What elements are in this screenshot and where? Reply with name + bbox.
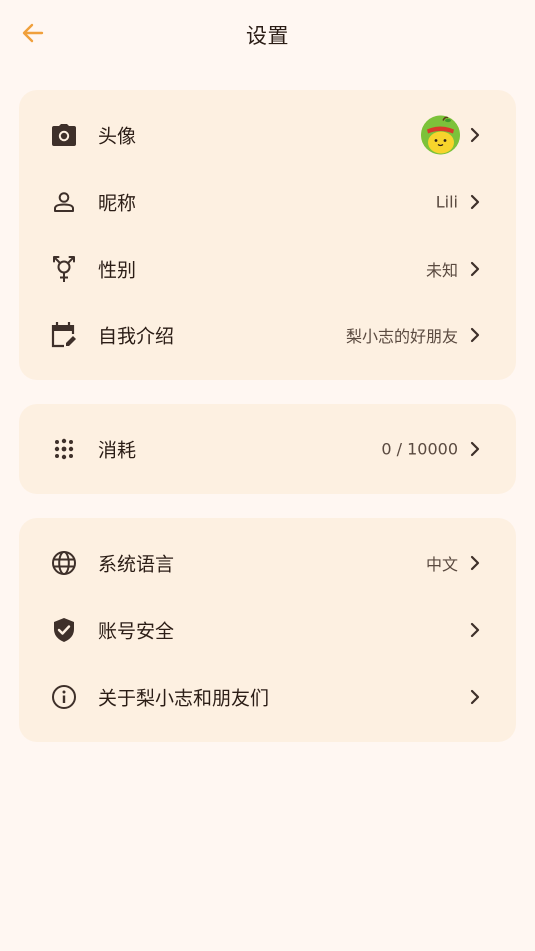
usage-label: 消耗 [98,439,137,462]
usage-row[interactable]: 消耗 0 / 10000 [19,416,516,482]
chevron-right-icon [468,688,482,706]
system-card: 系统语言 中文 账号安全 关于梨小志和朋友们 [19,518,516,742]
calendar-edit-icon [50,321,78,349]
camera-icon [50,121,78,149]
settings-screen: 设置 头像 昵称 Lili 性别 未知 自我介绍 梨小志的好朋友 消耗 0 / … [0,0,535,951]
about-label: 关于梨小志和朋友们 [98,687,270,710]
page-title: 设置 [246,24,289,48]
chevron-right-icon [468,193,482,211]
chevron-right-icon [468,440,482,458]
dots-grid-icon [50,435,78,463]
usage-card: 消耗 0 / 10000 [19,404,516,494]
shield-check-icon [50,616,78,644]
nickname-row[interactable]: 昵称 Lili [19,169,516,235]
intro-row[interactable]: 自我介绍 梨小志的好朋友 [19,302,516,368]
chevron-right-icon [468,126,482,144]
person-icon [50,188,78,216]
usage-value: 0 / 10000 [381,439,458,459]
gender-label: 性别 [98,259,137,282]
globe-icon [50,549,78,577]
avatar [421,115,460,155]
security-label: 账号安全 [98,620,175,643]
app-bar: 设置 [0,0,535,66]
nickname-value: Lili [435,192,458,212]
language-row[interactable]: 系统语言 中文 [19,530,516,596]
gender-row[interactable]: 性别 未知 [19,236,516,302]
avatar-row[interactable]: 头像 [19,102,516,168]
gender-icon [50,255,78,283]
about-row[interactable]: 关于梨小志和朋友们 [19,664,516,730]
language-label: 系统语言 [98,553,175,576]
chevron-right-icon [468,326,482,344]
chevron-right-icon [468,554,482,572]
info-icon [50,683,78,711]
language-value: 中文 [425,555,458,574]
chevron-right-icon [468,260,482,278]
gender-value: 未知 [425,261,458,280]
security-row[interactable]: 账号安全 [19,597,516,663]
nickname-label: 昵称 [98,192,137,215]
chevron-right-icon [468,621,482,639]
profile-card: 头像 昵称 Lili 性别 未知 自我介绍 梨小志的好朋友 [19,90,516,380]
avatar-label: 头像 [98,125,137,148]
intro-value: 梨小志的好朋友 [345,327,458,346]
intro-label: 自我介绍 [98,325,175,348]
